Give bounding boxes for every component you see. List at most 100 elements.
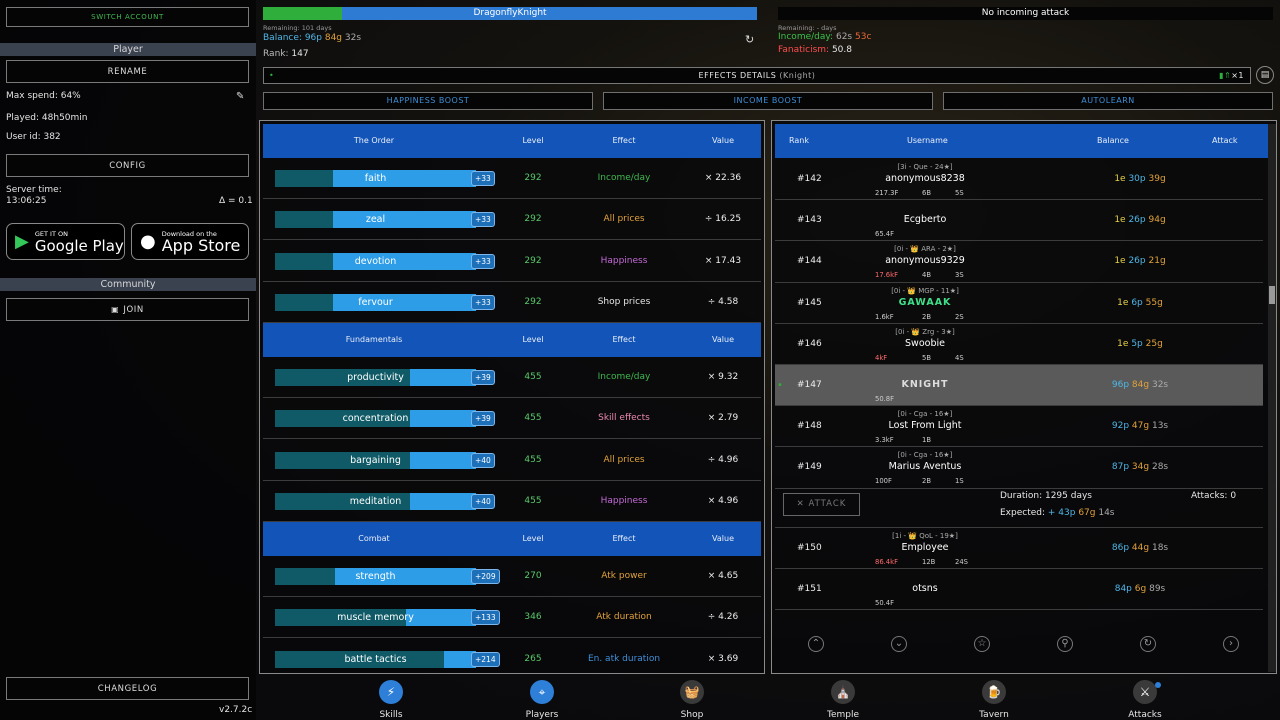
switch-account-button[interactable]: SWITCH ACCOUNT xyxy=(6,7,249,27)
refresh-icon[interactable]: ↻ xyxy=(745,33,754,46)
player-row[interactable]: #144 [0i - 👑 ARA - 2★] anonymous9329 17.6kF… xyxy=(775,241,1263,283)
skill-progress-bar[interactable]: devotion xyxy=(275,252,476,270)
skill-row[interactable]: faith +33 292 Income/day × 22.36 xyxy=(263,158,761,200)
player-row[interactable]: #143 Ecgberto 65.4F 1e 26p 94g xyxy=(775,200,1263,242)
skill-progress-bar[interactable]: meditation xyxy=(275,492,476,510)
skill-name: productivity xyxy=(347,372,404,383)
player-username[interactable]: Employee xyxy=(855,542,995,553)
google-play-big-text: Google Play xyxy=(34,236,124,255)
player-row[interactable]: • #147 KNIGHT 50.8F 96p 84g 32s xyxy=(775,365,1263,407)
skill-effect: Atk duration xyxy=(596,612,652,623)
table-view-icon[interactable]: ▤ xyxy=(1256,66,1274,84)
balance-p: 26p xyxy=(1128,215,1146,226)
skill-value: ÷ 4.58 xyxy=(707,296,739,307)
skill-row[interactable]: zeal +33 292 All prices ÷ 16.25 xyxy=(263,199,761,241)
skill-progress-bar[interactable]: strength xyxy=(275,568,476,585)
player-stat-fanaticism: 65.4F xyxy=(875,230,895,239)
nav-temple[interactable]: ⛪ Temple xyxy=(803,680,883,720)
skill-row[interactable]: muscle memory +133 346 Atk duration ÷ 4.26 xyxy=(263,597,761,639)
scrollbar-thumb[interactable] xyxy=(1269,286,1275,304)
rank-value: 147 xyxy=(291,49,309,59)
skill-level: 292 xyxy=(524,173,542,183)
played-time: Played: 48h50min xyxy=(6,113,88,123)
attack-button[interactable]: ✕ ATTACK xyxy=(783,492,860,516)
player-username[interactable]: Ecgberto xyxy=(855,214,995,225)
edit-pencil-icon[interactable]: ✎ xyxy=(236,91,248,103)
skill-row[interactable]: fervour +33 292 Shop prices ÷ 4.58 xyxy=(263,282,761,323)
income-label: Income/day: xyxy=(778,32,834,42)
skill-progress-bar[interactable]: zeal xyxy=(275,211,476,229)
player-row[interactable]: #149 [0i - Cga - 16★] Marius Aventus 100F 2B… xyxy=(775,447,1263,489)
nav-tavern[interactable]: 🍺 Tavern xyxy=(954,680,1034,720)
player-username[interactable]: Marius Aventus xyxy=(855,461,995,472)
skill-row[interactable]: bargaining +40 455 All prices ÷ 4.96 xyxy=(263,440,761,481)
player-row[interactable]: #151 otsns 50.4F 84p 6g 89s xyxy=(775,569,1263,610)
user-id: User id: 382 xyxy=(6,132,61,142)
app-store-badge[interactable]: ● Download on the App Store xyxy=(131,223,249,260)
player-row[interactable]: #150 [1i - 👑 QoL - 19★] Employee 86.4kF 12B 2… xyxy=(775,528,1263,569)
balance-s: 13s xyxy=(1151,421,1169,432)
rename-button[interactable]: RENAME xyxy=(6,60,249,83)
skill-progress-bar[interactable]: fervour xyxy=(275,293,476,311)
col-level: Level xyxy=(522,335,544,344)
player-stat-s: 5S xyxy=(955,189,964,197)
autolearn-button[interactable]: AUTOLEARN xyxy=(943,92,1273,110)
player-row[interactable]: #148 [0i - Cga - 16★] Lost From Light 3.3kF… xyxy=(775,406,1263,448)
skill-row[interactable]: strength +209 270 Atk power × 4.65 xyxy=(263,556,761,598)
player-username[interactable]: anonymous8238 xyxy=(855,173,995,184)
player-stat-b: 2B xyxy=(922,312,931,321)
nav-attacks[interactable]: ⚔ Attacks xyxy=(1105,680,1185,720)
player-username[interactable]: KNIGHT xyxy=(855,379,995,390)
player-row[interactable]: #146 [0i - 👑 Zrg - 3★] Swoobie 4kF 5B 4S 1e 5p… xyxy=(775,324,1263,365)
happiness-boost-button[interactable]: HAPPINESS BOOST xyxy=(263,92,593,110)
skill-progress-bar[interactable]: productivity xyxy=(275,369,476,386)
skill-value: × 4.96 xyxy=(707,495,739,506)
skill-level: 455 xyxy=(524,372,542,382)
skill-progress-bar[interactable]: bargaining xyxy=(275,451,476,469)
skill-effect: Income/day xyxy=(597,173,651,183)
player-username[interactable]: Swoobie xyxy=(855,338,995,349)
nav-shop[interactable]: 🧺 Shop xyxy=(652,680,732,720)
next-icon[interactable]: › xyxy=(1223,636,1239,652)
nav-players[interactable]: ⌖ Players xyxy=(502,680,582,720)
skill-progress-bar[interactable]: concentration xyxy=(275,410,476,428)
config-button[interactable]: CONFIG xyxy=(6,154,249,177)
join-button[interactable]: ▣ JOIN xyxy=(6,298,249,321)
scroll-up-icon[interactable]: ⌃ xyxy=(808,636,824,652)
google-play-badge[interactable]: ▶ GET IT ON Google Play xyxy=(6,223,125,260)
balance-g: 21g xyxy=(1148,256,1166,267)
player-username[interactable]: anonymous9329 xyxy=(855,255,995,266)
skill-row[interactable]: concentration +39 455 Skill effects × 2.79 xyxy=(263,398,761,440)
balance-g: 84g xyxy=(324,33,343,43)
skill-row[interactable]: productivity +39 455 Income/day × 9.32 xyxy=(263,357,761,399)
player-rank: #150 xyxy=(797,542,822,553)
effects-details-button[interactable]: • EFFECTS DETAILS (Knight) ▮⇑×1 xyxy=(263,67,1251,84)
player-row[interactable]: #145 [0i - 👑 MGP - 11★] GAWAAK 1.6kF 2B 2S 1e … xyxy=(775,283,1263,324)
skill-bonus-badge: +33 xyxy=(471,171,495,186)
expected-gain: Expected: + 43p 67g 14s xyxy=(1000,508,1115,518)
income-boost-button[interactable]: INCOME BOOST xyxy=(603,92,933,110)
player-username[interactable]: GAWAAK xyxy=(855,297,995,308)
skill-row[interactable]: devotion +33 292 Happiness × 17.43 xyxy=(263,241,761,282)
player-username[interactable]: otsns xyxy=(855,583,995,594)
mug-icon: 🍺 xyxy=(982,680,1006,704)
changelog-button[interactable]: CHANGELOG xyxy=(6,677,249,700)
scrollbar[interactable] xyxy=(1268,124,1276,672)
skill-level: 455 xyxy=(524,454,542,465)
search-icon[interactable]: ⚲ xyxy=(1057,636,1073,652)
sidebar: SWITCH ACCOUNT Player RENAME Max spend: … xyxy=(0,0,256,720)
favorite-star-icon[interactable]: ☆ xyxy=(974,636,990,652)
refresh-icon[interactable]: ↻ xyxy=(1140,636,1156,652)
skill-row[interactable]: battle tactics +214 265 En. atk duration × 3… xyxy=(263,639,761,674)
expected-p: + 43p xyxy=(1047,507,1079,518)
skill-row[interactable]: meditation +40 455 Happiness × 4.96 xyxy=(263,481,761,522)
player-username[interactable]: Lost From Light xyxy=(855,420,995,431)
player-row[interactable]: #142 [3i - Que - 24★] anonymous8238 217.3F 6… xyxy=(775,159,1263,201)
player-stat-s: 3S xyxy=(955,271,964,280)
scroll-down-icon[interactable]: ⌄ xyxy=(891,636,907,652)
skill-progress-bar[interactable]: battle tactics xyxy=(275,650,476,668)
skill-progress-bar[interactable]: muscle memory xyxy=(275,609,476,627)
skill-progress-bar[interactable]: faith xyxy=(275,170,476,187)
skill-effect: Income/day xyxy=(597,372,651,382)
nav-skills[interactable]: ⚡ Skills xyxy=(351,680,431,720)
